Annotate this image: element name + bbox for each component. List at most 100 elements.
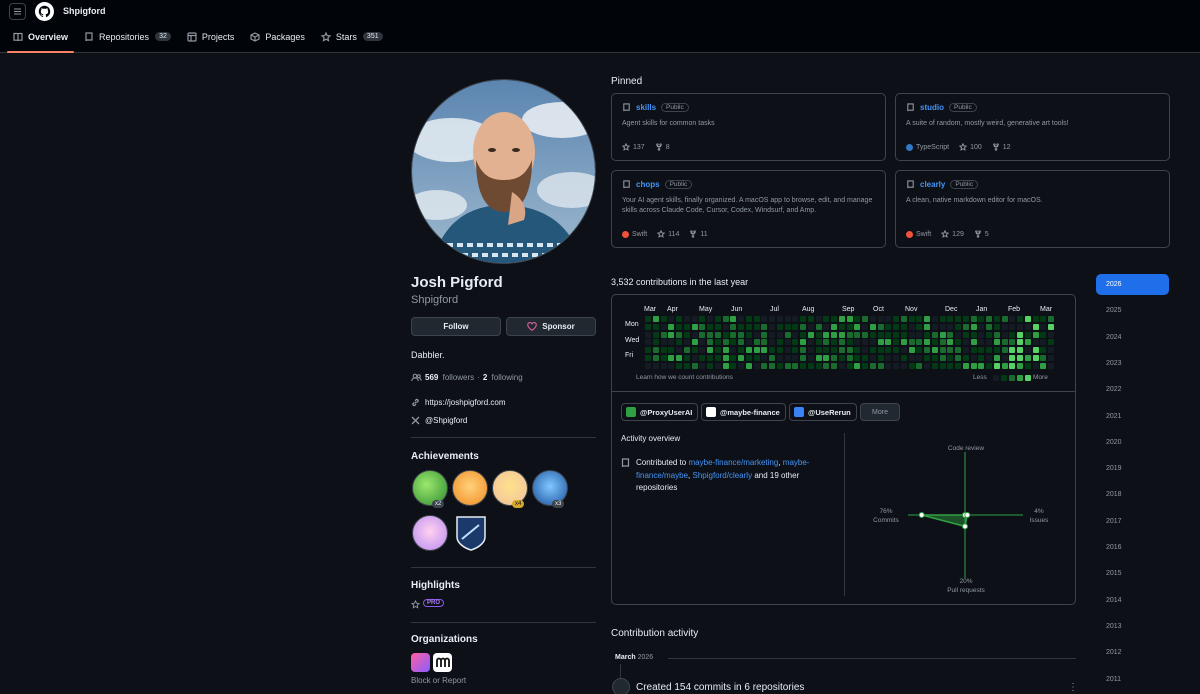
learn-contributions-link[interactable]: Learn how we count contributions [636,374,733,381]
repo-name-link[interactable]: chops [636,180,660,189]
contribution-cell[interactable] [862,323,868,330]
contribution-cell[interactable] [924,316,930,322]
repo-stars[interactable]: 129 [941,230,964,238]
contribution-cell[interactable] [869,354,876,361]
contribution-cell[interactable] [745,316,752,322]
contribution-cell[interactable] [962,347,969,353]
contribution-cell[interactable] [699,339,706,346]
contribution-cell[interactable] [900,316,907,322]
contribution-cell[interactable] [1032,354,1039,361]
contribution-cell[interactable] [831,316,837,322]
contribution-cell[interactable] [854,362,861,369]
contribution-cell[interactable] [807,347,814,353]
year-link-2025[interactable]: 2025 [1096,300,1169,321]
tab-stars[interactable]: Stars 351 [315,28,389,53]
contribution-cell[interactable] [939,354,946,361]
contribution-cell[interactable] [908,354,915,361]
contribution-cell[interactable] [745,347,752,353]
contribution-cell[interactable] [831,362,837,369]
contribution-cell[interactable] [993,362,1000,369]
year-link-2011[interactable]: 2011 [1096,669,1169,690]
contribution-cell[interactable] [676,362,682,369]
contribution-cell[interactable] [916,339,923,346]
contribution-cell[interactable] [885,362,892,369]
contribution-cell[interactable] [699,354,706,361]
contribution-cell[interactable] [916,347,923,353]
contribution-cell[interactable] [660,362,667,369]
contribution-cell[interactable] [1009,331,1016,338]
contribution-cell[interactable] [652,339,659,346]
contribution-cell[interactable] [908,362,915,369]
contribution-cell[interactable] [707,331,713,338]
contribution-cell[interactable] [877,354,884,361]
contribution-cell[interactable] [722,354,729,361]
more-orgs-button[interactable]: More [860,403,900,421]
year-link-2018[interactable]: 2018 [1096,484,1169,505]
contribution-cell[interactable] [854,316,861,322]
tab-repositories[interactable]: Repositories 32 [78,28,177,53]
contribution-cell[interactable] [947,347,954,353]
contribution-cell[interactable] [877,339,884,346]
contribution-cell[interactable] [668,362,675,369]
contribution-cell[interactable] [707,354,713,361]
org-filter-usererun[interactable]: @UseRerun [789,403,857,421]
contribution-cell[interactable] [993,354,1000,361]
contribution-cell[interactable] [738,347,744,353]
contribution-cell[interactable] [815,316,822,322]
header-username[interactable]: Shpigford [63,6,106,16]
following-link[interactable]: 2 following [483,373,523,382]
contribution-cell[interactable] [1048,362,1054,369]
contribution-cell[interactable] [815,347,822,353]
contribution-cell[interactable] [761,331,768,338]
contribution-cell[interactable] [1024,339,1031,346]
contribution-cell[interactable] [792,347,799,353]
contribution-cell[interactable] [668,354,675,361]
contribution-cell[interactable] [699,362,706,369]
contribution-cell[interactable] [970,354,977,361]
contribution-cell[interactable] [931,331,938,338]
contribution-cell[interactable] [645,339,651,346]
contribution-cell[interactable] [645,323,651,330]
contribution-cell[interactable] [683,323,690,330]
contribution-cell[interactable] [652,323,659,330]
contribution-cell[interactable] [738,354,744,361]
contribution-cell[interactable] [1009,347,1016,353]
contribution-cell[interactable] [730,362,737,369]
contribution-cell[interactable] [978,316,985,322]
contribution-cell[interactable] [986,339,992,346]
contribution-cell[interactable] [993,339,1000,346]
contribution-cell[interactable] [931,339,938,346]
contribution-cell[interactable] [885,316,892,322]
contribution-cell[interactable] [862,362,868,369]
contribution-cell[interactable] [1048,347,1054,353]
year-link-2012[interactable]: 2012 [1096,642,1169,663]
contribution-cell[interactable] [869,362,876,369]
contribution-cell[interactable] [900,323,907,330]
contribution-cell[interactable] [761,362,768,369]
contribution-cell[interactable] [691,347,698,353]
contribution-cell[interactable] [714,339,721,346]
contribution-cell[interactable] [753,323,760,330]
contribution-cell[interactable] [660,347,667,353]
contribution-cell[interactable] [1048,316,1054,322]
contribution-cell[interactable] [970,339,977,346]
contribution-cell[interactable] [691,323,698,330]
contribution-cell[interactable] [784,339,791,346]
contribution-cell[interactable] [1001,339,1008,346]
contribution-cell[interactable] [838,323,845,330]
contribution-cell[interactable] [978,354,985,361]
contribution-cell[interactable] [792,354,799,361]
contribution-cell[interactable] [986,331,992,338]
contribution-cell[interactable] [800,354,806,361]
contribution-cell[interactable] [722,331,729,338]
org-avatar-maybe[interactable] [433,653,452,672]
contribution-cell[interactable] [877,331,884,338]
contribution-cell[interactable] [652,347,659,353]
contribution-cell[interactable] [1040,354,1047,361]
contribution-cell[interactable] [676,354,682,361]
contribution-cell[interactable] [862,339,868,346]
contribution-cell[interactable] [683,354,690,361]
contribution-cell[interactable] [776,316,783,322]
contribution-cell[interactable] [955,331,961,338]
contribution-cell[interactable] [668,347,675,353]
